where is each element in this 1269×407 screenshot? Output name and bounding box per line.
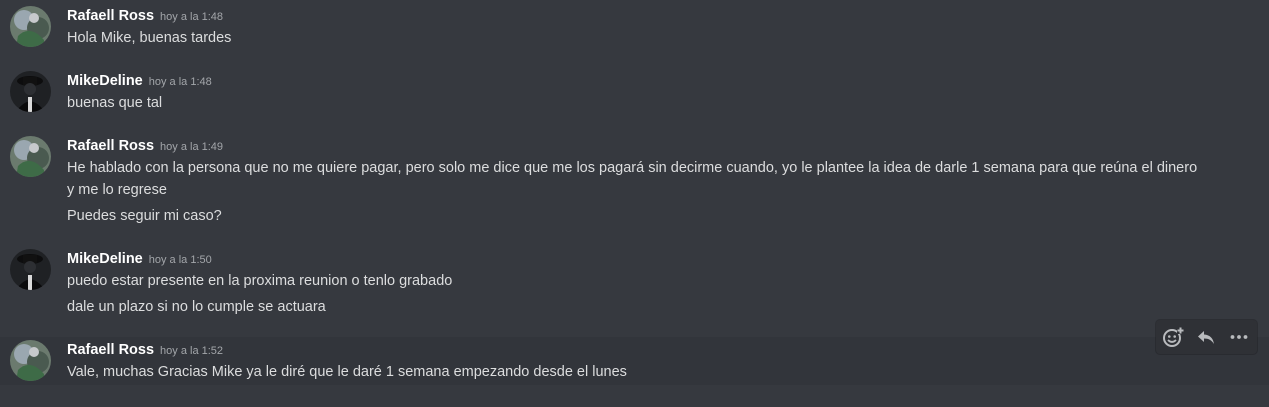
username[interactable]: Rafaell Ross <box>67 138 154 154</box>
username[interactable]: MikeDeline <box>67 251 143 267</box>
message-text: buenas que tal <box>67 95 163 111</box>
message-group[interactable]: Rafaell Ross hoy a la 1:48 Hola Mike, bue… <box>0 0 1269 64</box>
message-text: Puedes seguir mi caso? <box>67 208 222 224</box>
reply-icon <box>1196 327 1216 347</box>
message-text: puedo estar presente en la proxima reuni… <box>67 273 453 289</box>
avatar[interactable] <box>10 71 51 112</box>
message-header: MikeDeline hoy a la 1:50 <box>67 249 212 269</box>
username[interactable]: Rafaell Ross <box>67 342 154 358</box>
message-header: Rafaell Ross hoy a la 1:52 <box>67 340 223 360</box>
avatar[interactable] <box>10 6 51 47</box>
username[interactable]: Rafaell Ross <box>67 8 154 24</box>
message-header: MikeDeline hoy a la 1:48 <box>67 71 212 91</box>
message-text: dale un plazo si no lo cumple se actuara <box>67 299 326 315</box>
message-group[interactable]: MikeDeline hoy a la 1:48 buenas que tal <box>0 64 1269 130</box>
avatar[interactable] <box>10 340 51 381</box>
message-group[interactable]: Rafaell Ross hoy a la 1:49 He hablado con… <box>0 130 1269 238</box>
timestamp: hoy a la 1:50 <box>148 254 212 266</box>
more-options-button[interactable] <box>1223 321 1255 353</box>
message-text: He hablado con la persona que no me quie… <box>67 160 1198 176</box>
add-reaction-button[interactable] <box>1157 321 1189 353</box>
timestamp: hoy a la 1:48 <box>148 76 212 88</box>
message-text: y me lo regrese <box>67 182 167 198</box>
timestamp: hoy a la 1:48 <box>160 11 224 23</box>
username[interactable]: MikeDeline <box>67 73 143 89</box>
message-header: Rafaell Ross hoy a la 1:49 <box>67 136 223 156</box>
avatar[interactable] <box>10 249 51 290</box>
message-text: Vale, muchas Gracias Mike ya le diré que… <box>67 364 627 380</box>
add-reaction-icon <box>1162 326 1184 348</box>
reply-button[interactable] <box>1190 321 1222 353</box>
avatar[interactable] <box>10 136 51 177</box>
more-options-icon <box>1229 327 1249 347</box>
message-actions-toolbar <box>1156 320 1257 354</box>
message-group[interactable]: Rafaell Ross hoy a la 1:52 Vale, muchas G… <box>0 337 1269 385</box>
message-header: Rafaell Ross hoy a la 1:48 <box>67 6 223 26</box>
message-text: Hola Mike, buenas tardes <box>67 30 232 46</box>
message-group[interactable]: MikeDeline hoy a la 1:50 puedo estar pres… <box>0 238 1269 334</box>
timestamp: hoy a la 1:52 <box>160 345 224 357</box>
timestamp: hoy a la 1:49 <box>160 141 224 153</box>
chat-messages: Rafaell Ross hoy a la 1:48 Hola Mike, bue… <box>0 0 1269 407</box>
